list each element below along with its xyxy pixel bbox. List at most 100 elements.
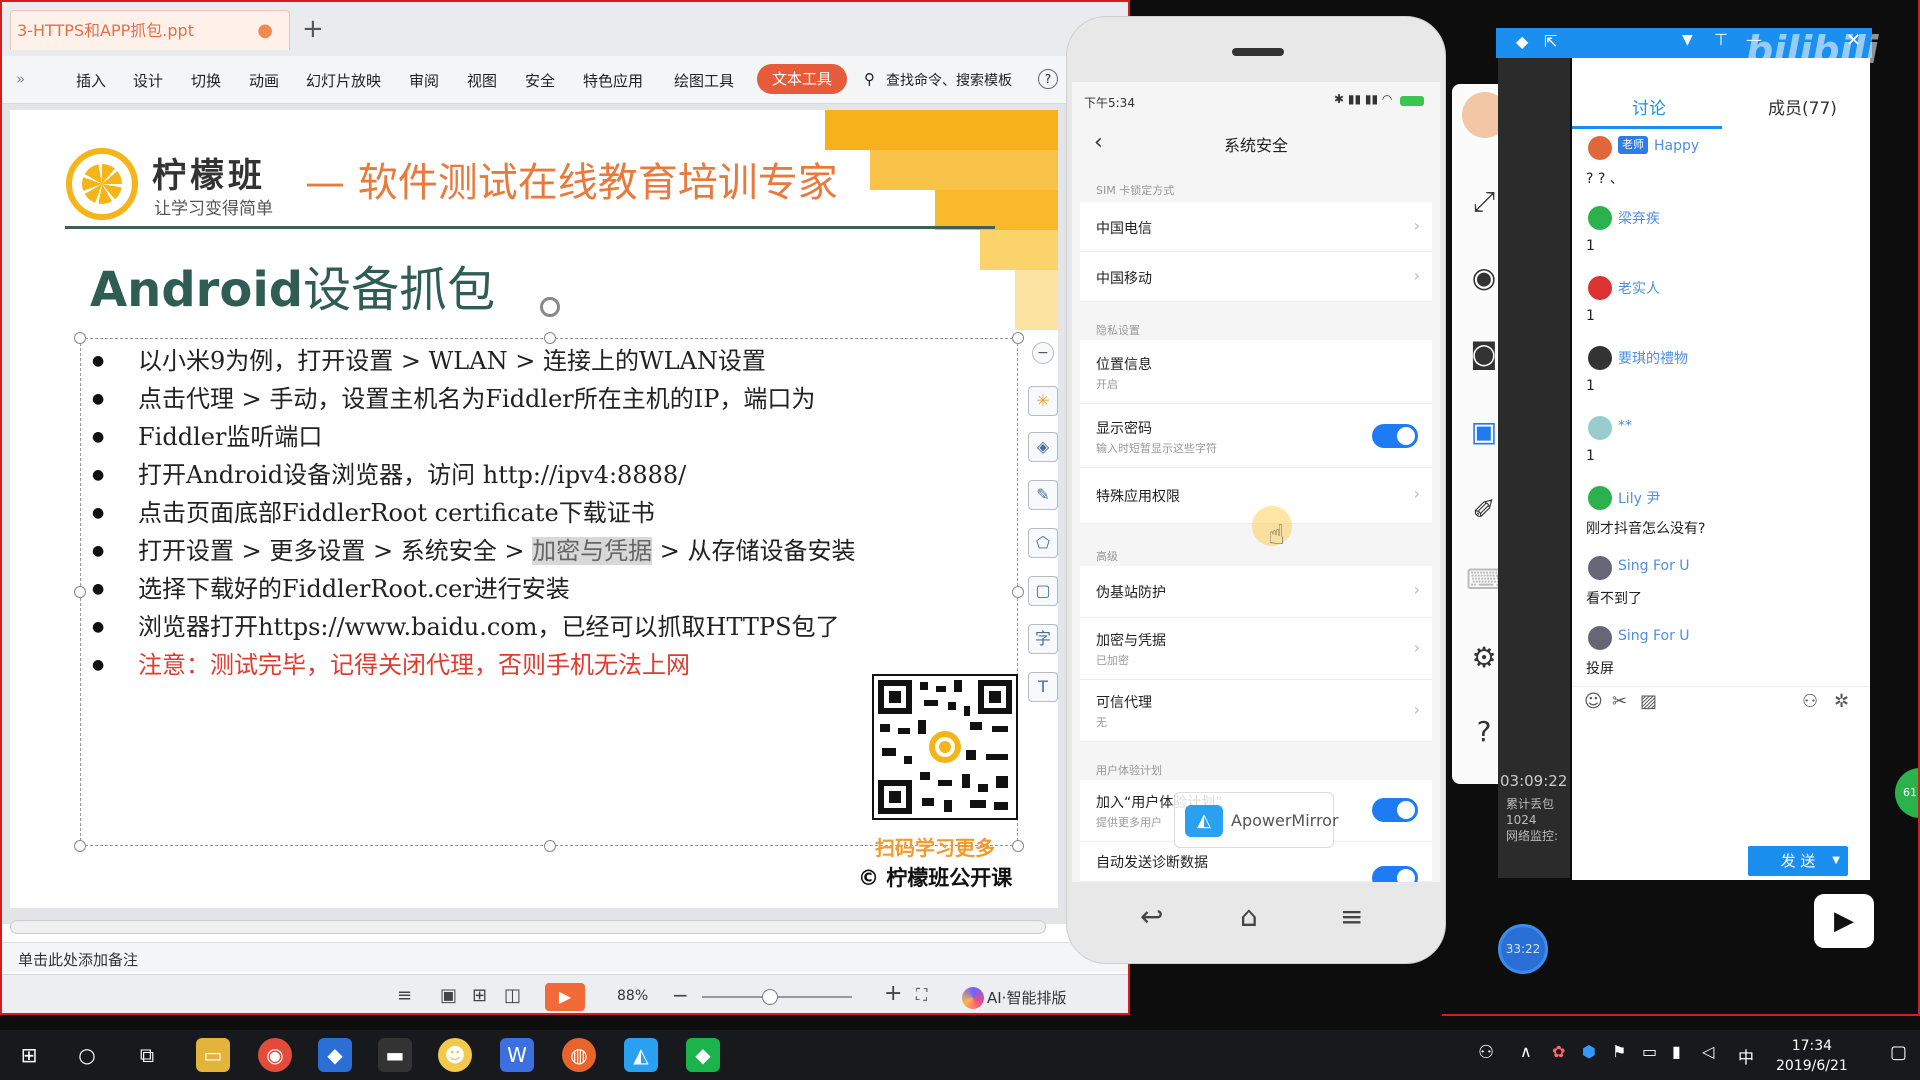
network-icon[interactable]: ▭ <box>1642 1042 1657 1061</box>
bullet-item: 选择下载好的FiddlerRoot.cer进行安装 <box>88 570 988 608</box>
notes-toggle-icon[interactable]: ≡ <box>397 985 412 1006</box>
normal-view-icon[interactable]: ▣ <box>440 985 457 1006</box>
volume-icon[interactable]: ◁ <box>1702 1042 1714 1061</box>
settings-row-location[interactable]: 位置信息 开启 <box>1080 340 1432 404</box>
menu-animation[interactable]: 动画 <box>249 70 279 91</box>
menu-review[interactable]: 审阅 <box>409 70 439 91</box>
tray-flag-icon[interactable]: ⚑ <box>1612 1042 1626 1061</box>
play-slideshow-button[interactable]: ▶ <box>545 983 585 1011</box>
ai-layout-button[interactable]: AI·智能排版 <box>987 987 1066 1008</box>
show-password-toggle[interactable] <box>1372 424 1418 448</box>
notes-bar[interactable]: 单击此处添加备注 <box>2 942 1128 972</box>
tray-app-icon[interactable]: ✿ <box>1552 1042 1565 1061</box>
zoom-out-icon[interactable]: − <box>672 983 689 1007</box>
settings-row-trusted-agent[interactable]: 可信代理 无 › <box>1080 680 1432 742</box>
resize-handle[interactable] <box>74 840 86 852</box>
people-icon[interactable]: ⚇ <box>1478 1042 1494 1063</box>
menu-text-tools[interactable]: 文本工具 <box>757 64 847 94</box>
phone-menu-icon[interactable]: ≡ <box>1340 900 1363 933</box>
file-explorer-icon[interactable]: ▭ <box>196 1038 230 1072</box>
battery-tray-icon[interactable]: ▮ <box>1672 1042 1681 1061</box>
phone-speaker <box>1232 48 1284 56</box>
add-tab-button[interactable]: + <box>302 14 324 44</box>
taskbar-clock[interactable]: 17:34 2019/6/21 <box>1776 1036 1848 1076</box>
slide-title[interactable]: Android设备抓包 <box>90 250 495 320</box>
resize-handle[interactable] <box>1012 840 1024 852</box>
resize-handle[interactable] <box>544 840 556 852</box>
join-ux-toggle[interactable] <box>1372 798 1418 822</box>
pen-icon[interactable]: ✎ <box>1028 480 1058 510</box>
resize-handle[interactable] <box>74 586 86 598</box>
menu-design[interactable]: 设计 <box>133 70 163 91</box>
settings-row-mobile[interactable]: 中国移动 › <box>1080 252 1432 302</box>
collapse-icon[interactable]: − <box>1032 342 1054 364</box>
user-app-icon[interactable]: ☻ <box>438 1038 472 1072</box>
show-hidden-icons-icon[interactable]: ∧ <box>1520 1042 1532 1061</box>
auto-diag-toggle[interactable] <box>1372 866 1418 882</box>
row-label: 显示密码 <box>1096 421 1152 437</box>
highlighted-text[interactable]: 加密与凭据 <box>532 537 653 565</box>
menu-transition[interactable]: 切换 <box>191 70 221 91</box>
phone-back-icon[interactable]: ↩ <box>1140 900 1163 933</box>
chrome-icon[interactable]: ◉ <box>258 1038 292 1072</box>
terminal-icon[interactable]: ▬ <box>378 1038 412 1072</box>
row-label: 中国电信 <box>1096 221 1152 237</box>
phone-home-icon[interactable]: ⌂ <box>1240 900 1258 933</box>
bullet-text: 打开设置 > 更多设置 > 系统安全 > <box>138 537 533 565</box>
slide-sorter-icon[interactable]: ⊞ <box>472 985 487 1006</box>
apowermirror-taskbar-icon[interactable]: ◭ <box>624 1038 658 1072</box>
document-tab[interactable]: 3-HTTPS和APP抓包.ppt ● <box>10 10 290 50</box>
capture-frame-border <box>1442 0 1920 1016</box>
layers-icon[interactable]: ◈ <box>1028 432 1058 462</box>
wps-icon[interactable]: W <box>500 1038 534 1072</box>
firefox-icon[interactable]: ◍ <box>562 1038 596 1072</box>
expand-menu-icon[interactable]: » <box>16 70 25 88</box>
ribbon-menu-bar: » 插入 设计 切换 动画 幻灯片放映 审阅 视图 安全 特色应用 绘图工具 文… <box>2 56 1128 104</box>
command-search[interactable]: 查找命令、搜索模板 <box>886 70 1012 90</box>
zoom-level[interactable]: 88% <box>617 988 648 1004</box>
settings-row-encryption[interactable]: 加密与凭据 已加密 › <box>1080 618 1432 680</box>
app-icon[interactable]: ◆ <box>318 1038 352 1072</box>
menu-drawing-tools[interactable]: 绘图工具 <box>674 70 734 91</box>
search-circle-icon[interactable]: ○ <box>70 1038 104 1072</box>
outline-icon[interactable]: ▢ <box>1028 576 1058 606</box>
input-method-indicator[interactable]: 中 <box>1738 1044 1754 1068</box>
windows-start-icon[interactable]: ⊞ <box>12 1038 46 1072</box>
menu-view[interactable]: 视图 <box>467 70 497 91</box>
text-box-icon[interactable]: T <box>1028 672 1058 702</box>
search-icon[interactable]: ⚲ <box>864 70 875 88</box>
rotate-handle-icon[interactable] <box>540 297 560 317</box>
notes-placeholder[interactable]: 单击此处添加备注 <box>18 949 138 970</box>
section-header: SIM 卡锁定方式 <box>1096 184 1175 197</box>
row-label: 位置信息 <box>1096 357 1152 373</box>
slide-canvas[interactable]: 柠檬班 让学习变得简单 — 软件测试在线教育培训专家 Android设备抓包 以… <box>10 110 1058 908</box>
resize-handle[interactable] <box>1012 332 1024 344</box>
settings-row-telecom[interactable]: 中国电信 › <box>1080 202 1432 252</box>
settings-row-fake-station[interactable]: 伪基站防护 › <box>1080 566 1432 618</box>
horizontal-scrollbar[interactable] <box>10 920 1046 934</box>
menu-special-apps[interactable]: 特色应用 <box>583 70 643 91</box>
reading-view-icon[interactable]: ◫ <box>504 985 521 1006</box>
smart-effects-icon[interactable]: ✳ <box>1028 386 1058 416</box>
fit-window-icon[interactable]: ⛶ <box>916 985 927 1005</box>
text-style-icon[interactable]: 字 <box>1028 624 1058 654</box>
resize-handle[interactable] <box>74 332 86 344</box>
zoom-slider-knob[interactable] <box>762 989 778 1005</box>
menu-slideshow[interactable]: 幻灯片放映 <box>306 70 381 91</box>
notification-center-icon[interactable]: ▢ <box>1890 1042 1907 1063</box>
menu-insert[interactable]: 插入 <box>76 70 106 91</box>
fill-icon[interactable]: ⬠ <box>1028 528 1058 558</box>
settings-row-auto-diag[interactable]: 自动发送诊断数据 <box>1080 842 1432 882</box>
help-icon[interactable]: ? <box>1038 69 1058 89</box>
section-header: 隐私设置 <box>1096 324 1140 337</box>
ai-layout-icon[interactable] <box>962 987 984 1009</box>
bullet-item: 打开设置 > 更多设置 > 系统安全 > 加密与凭据 > 从存储设备安装 <box>88 532 988 570</box>
tray-shield-icon[interactable]: ⬢ <box>1582 1042 1596 1061</box>
task-view-icon[interactable]: ⧉ <box>130 1038 164 1072</box>
resize-handle[interactable] <box>1012 586 1024 598</box>
settings-row-show-password[interactable]: 显示密码 输入时短暂显示这些字符 <box>1080 404 1432 468</box>
green-app-icon[interactable]: ◆ <box>686 1038 720 1072</box>
zoom-in-icon[interactable]: + <box>884 981 902 1006</box>
menu-security[interactable]: 安全 <box>525 70 555 91</box>
phone-screen[interactable]: 下午5:34 ✱ ▮▮ ▮▮ ◠ ‹ 系统安全 SIM 卡锁定方式 中国电信 ›… <box>1072 82 1440 882</box>
